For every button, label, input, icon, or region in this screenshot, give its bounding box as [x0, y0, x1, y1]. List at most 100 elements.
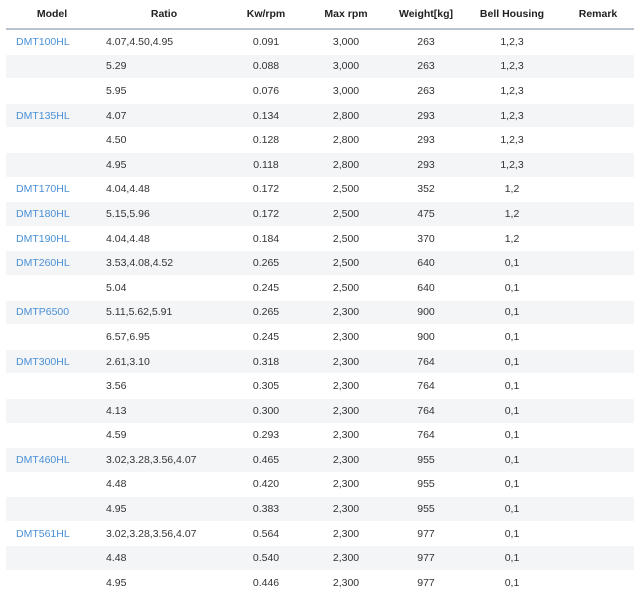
header-ratio: Ratio: [98, 0, 230, 30]
weight-cell: 900: [390, 300, 462, 326]
ratio-cell: 4.07,4.50,4.95: [98, 29, 230, 55]
max-rpm-cell: 2,800: [302, 152, 390, 178]
bell-housing-cell: 1,2: [462, 226, 562, 252]
table-header: Model Ratio Kw/rpm Max rpm Weight[kg] Be…: [6, 0, 634, 30]
ratio-cell: 4.59: [98, 423, 230, 449]
spec-table: Model Ratio Kw/rpm Max rpm Weight[kg] Be…: [6, 0, 634, 596]
bell-housing-cell: 0,1: [462, 472, 562, 498]
max-rpm-cell: 3,000: [302, 54, 390, 80]
remark-cell: [562, 545, 634, 572]
model-cell[interactable]: DMT460HL: [6, 447, 98, 473]
kw-rpm-cell: 0.465: [230, 447, 302, 473]
remark-cell: [562, 496, 634, 522]
table-row: 6.57,6.95 0.245 2,300 900 0,1: [6, 324, 634, 350]
table-row: DMT170HL 4.04,4.48 0.172 2,500 352 1,2: [6, 177, 634, 203]
kw-rpm-cell: 0.118: [230, 152, 302, 178]
weight-cell: 900: [390, 324, 462, 350]
kw-rpm-cell: 0.245: [230, 275, 302, 301]
table-row: 3.56 0.305 2,300 764 0,1: [6, 373, 634, 399]
spec-table-container: Model Ratio Kw/rpm Max rpm Weight[kg] Be…: [0, 0, 641, 596]
header-kw-rpm: Kw/rpm: [230, 0, 302, 30]
model-cell: [6, 545, 98, 572]
weight-cell: 352: [390, 177, 462, 203]
model-cell[interactable]: DMTP6500: [6, 300, 98, 326]
table-row: DMT260HL 3.53,4.08,4.52 0.265 2,500 640 0,1: [6, 250, 634, 276]
remark-cell: [562, 54, 634, 80]
bell-housing-cell: 0,1: [462, 300, 562, 326]
model-cell[interactable]: DMT260HL: [6, 250, 98, 276]
remark-cell: [562, 570, 634, 596]
kw-rpm-cell: 0.446: [230, 570, 302, 596]
remark-cell: [562, 324, 634, 350]
table-row: DMT180HL 5.15,5.96 0.172 2,500 475 1,2: [6, 201, 634, 227]
kw-rpm-cell: 0.540: [230, 545, 302, 572]
weight-cell: 263: [390, 29, 462, 55]
bell-housing-cell: 1,2: [462, 201, 562, 227]
remark-cell: [562, 423, 634, 449]
max-rpm-cell: 2,500: [302, 250, 390, 276]
remark-cell: [562, 226, 634, 252]
kw-rpm-cell: 0.245: [230, 324, 302, 350]
ratio-cell: 3.02,3.28,3.56,4.07: [98, 447, 230, 473]
bell-housing-cell: 1,2,3: [462, 103, 562, 129]
bell-housing-cell: 0,1: [462, 324, 562, 350]
bell-housing-cell: 0,1: [462, 570, 562, 596]
remark-cell: [562, 250, 634, 276]
ratio-cell: 5.11,5.62,5.91: [98, 300, 230, 326]
remark-cell: [562, 447, 634, 473]
max-rpm-cell: 2,500: [302, 226, 390, 252]
model-cell: [6, 570, 98, 596]
max-rpm-cell: 2,300: [302, 349, 390, 375]
model-cell: [6, 78, 98, 104]
ratio-cell: 4.48: [98, 472, 230, 498]
bell-housing-cell: 1,2,3: [462, 127, 562, 153]
kw-rpm-cell: 0.184: [230, 226, 302, 252]
table-row: 4.13 0.300 2,300 764 0,1: [6, 398, 634, 424]
weight-cell: 955: [390, 472, 462, 498]
header-model: Model: [6, 0, 98, 30]
table-row: 4.95 0.118 2,800 293 1,2,3: [6, 152, 634, 178]
table-row: DMT100HL 4.07,4.50,4.95 0.091 3,000 263 1,2,3: [6, 29, 634, 55]
weight-cell: 977: [390, 570, 462, 596]
ratio-cell: 4.04,4.48: [98, 177, 230, 203]
model-cell[interactable]: DMT170HL: [6, 177, 98, 203]
bell-housing-cell: 0,1: [462, 521, 562, 547]
remark-cell: [562, 152, 634, 178]
kw-rpm-cell: 0.134: [230, 103, 302, 129]
max-rpm-cell: 2,300: [302, 496, 390, 522]
table-row: 4.48 0.540 2,300 977 0,1: [6, 545, 634, 572]
max-rpm-cell: 2,500: [302, 275, 390, 301]
bell-housing-cell: 0,1: [462, 496, 562, 522]
model-cell[interactable]: DMT561HL: [6, 521, 98, 547]
table-body: DMT100HL 4.07,4.50,4.95 0.091 3,000 263 1,2,3…: [6, 29, 634, 596]
header-remark: Remark: [562, 0, 634, 30]
ratio-cell: 4.04,4.48: [98, 226, 230, 252]
table-row: DMT135HL 4.07 0.134 2,800 293 1,2,3: [6, 103, 634, 129]
weight-cell: 640: [390, 250, 462, 276]
max-rpm-cell: 2,300: [302, 545, 390, 572]
model-cell[interactable]: DMT100HL: [6, 29, 98, 55]
bell-housing-cell: 1,2,3: [462, 78, 562, 104]
max-rpm-cell: 2,800: [302, 103, 390, 129]
remark-cell: [562, 349, 634, 375]
bell-housing-cell: 1,2,3: [462, 29, 562, 55]
kw-rpm-cell: 0.091: [230, 29, 302, 55]
ratio-cell: 4.50: [98, 127, 230, 153]
model-cell: [6, 152, 98, 178]
ratio-cell: 6.57,6.95: [98, 324, 230, 350]
ratio-cell: 3.02,3.28,3.56,4.07: [98, 521, 230, 547]
kw-rpm-cell: 0.420: [230, 472, 302, 498]
kw-rpm-cell: 0.088: [230, 54, 302, 80]
model-cell[interactable]: DMT190HL: [6, 226, 98, 252]
table-row: 4.48 0.420 2,300 955 0,1: [6, 472, 634, 498]
kw-rpm-cell: 0.172: [230, 201, 302, 227]
model-cell[interactable]: DMT300HL: [6, 349, 98, 375]
header-max-rpm: Max rpm: [302, 0, 390, 30]
model-cell[interactable]: DMT135HL: [6, 103, 98, 129]
model-cell[interactable]: DMT180HL: [6, 201, 98, 227]
max-rpm-cell: 3,000: [302, 78, 390, 104]
max-rpm-cell: 2,500: [302, 177, 390, 203]
table-row: DMT190HL 4.04,4.48 0.184 2,500 370 1,2: [6, 226, 634, 252]
ratio-cell: 4.95: [98, 570, 230, 596]
ratio-cell: 5.15,5.96: [98, 201, 230, 227]
